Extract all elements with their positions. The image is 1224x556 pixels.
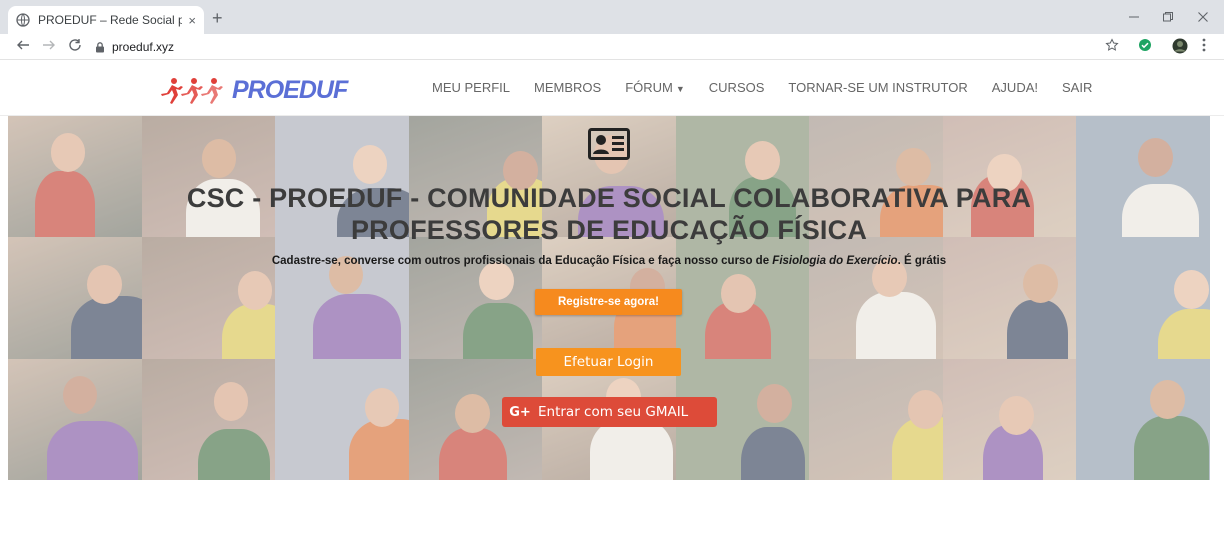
nav-ajuda[interactable]: AJUDA!: [992, 80, 1038, 95]
register-button[interactable]: Registre-se agora!: [535, 289, 682, 315]
back-icon[interactable]: [16, 38, 30, 57]
nav-sair[interactable]: SAIR: [1062, 80, 1092, 95]
close-window-icon[interactable]: [1197, 10, 1209, 26]
gmail-login-label: Entrar com seu GMAIL: [538, 404, 689, 420]
hero-subtitle-tail: . É grátis: [897, 255, 947, 267]
hero-title: CSC - PROEDUF - COMUNIDADE SOCIAL COLABO…: [8, 182, 1210, 246]
extension-check-icon[interactable]: [1138, 38, 1152, 52]
hero-title-line-2: PROFESSORES DE EDUCAÇÃO FÍSICA: [350, 215, 868, 245]
id-card-icon: [588, 128, 630, 160]
google-plus-icon: G+: [509, 404, 531, 420]
address-bar: proeduf.xyz: [0, 34, 1224, 60]
nav-cursos[interactable]: CURSOS: [709, 80, 765, 95]
restore-icon[interactable]: [1162, 10, 1174, 26]
hero-banner: CSC - PROEDUF - COMUNIDADE SOCIAL COLABO…: [8, 116, 1210, 480]
main-nav: MEU PERFIL MEMBROS FÓRUM ▼ CURSOS TORNAR-…: [432, 80, 1116, 95]
profile-avatar-icon[interactable]: [1172, 38, 1188, 54]
menu-icon[interactable]: [1202, 38, 1206, 52]
star-icon[interactable]: [1105, 38, 1119, 52]
runners-logo-icon: [161, 77, 223, 104]
nav-meu-perfil[interactable]: MEU PERFIL: [432, 80, 510, 95]
chevron-down-icon: ▼: [675, 84, 685, 94]
browser-tab-bar: PROEDUF – Rede Social para Pro × +: [0, 0, 1224, 34]
login-button[interactable]: Efetuar Login: [536, 348, 681, 376]
hero-subtitle-course: Fisiologia do Exercício: [772, 255, 898, 267]
site-logo[interactable]: PROEDUF: [160, 76, 348, 105]
nav-tornar-se-instrutor[interactable]: TORNAR-SE UM INSTRUTOR: [788, 80, 967, 95]
nav-forum-label: FÓRUM: [625, 80, 673, 95]
nav-membros[interactable]: MEMBROS: [534, 80, 601, 95]
hero-title-line-1: CSC - PROEDUF - COMUNIDADE SOCIAL COLABO…: [186, 183, 1032, 213]
site-header: PROEDUF MEU PERFIL MEMBROS FÓRUM ▼ CURSOS…: [0, 60, 1224, 116]
tab-title: PROEDUF – Rede Social para Pro: [38, 13, 183, 27]
tab-close-icon[interactable]: ×: [188, 13, 196, 28]
logo-text: PROEDUF: [232, 76, 348, 104]
minimize-icon[interactable]: [1128, 10, 1140, 26]
hero-subtitle: Cadastre-se, converse com outros profiss…: [8, 255, 1210, 267]
forward-icon[interactable]: [42, 38, 56, 57]
url-text: proeduf.xyz: [112, 40, 175, 54]
reload-icon[interactable]: [68, 38, 82, 57]
globe-icon: [16, 13, 30, 27]
hero-subtitle-text: Cadastre-se, converse com outros profiss…: [271, 255, 773, 267]
url-field[interactable]: proeduf.xyz: [94, 37, 1104, 57]
new-tab-icon[interactable]: +: [212, 9, 223, 27]
browser-tab[interactable]: PROEDUF – Rede Social para Pro ×: [8, 6, 204, 34]
gmail-login-button[interactable]: G+ Entrar com seu GMAIL: [502, 397, 717, 427]
nav-forum[interactable]: FÓRUM ▼: [625, 80, 685, 95]
lock-icon: [94, 41, 106, 53]
